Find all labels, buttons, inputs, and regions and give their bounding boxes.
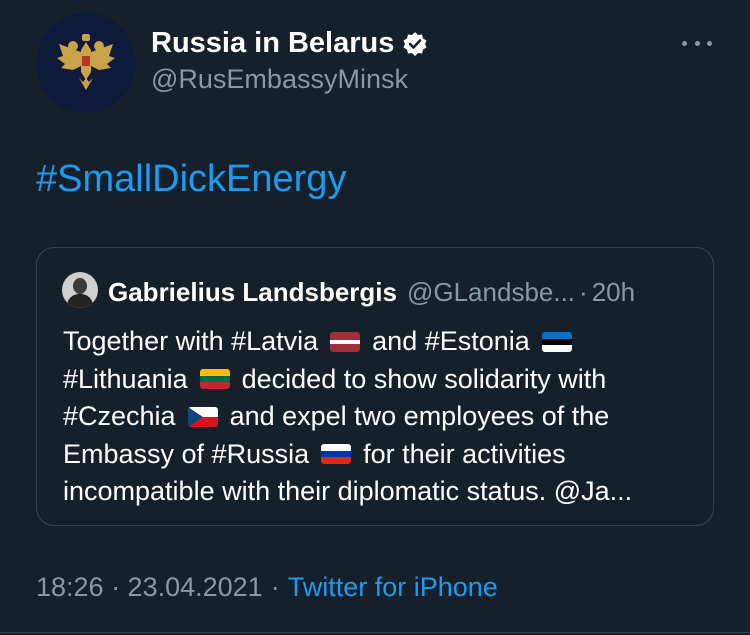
quoted-author-avatar [62, 272, 98, 308]
quoted-text-segment: and expel two employees of the [229, 401, 610, 431]
tweet-footer: 18:26 · 23.04.2021 · Twitter for iPhone [36, 572, 498, 603]
quoted-author-handle: @GLandsbe... [406, 277, 576, 307]
author-handle[interactable]: @RusEmbassyMinsk [151, 64, 408, 95]
quoted-text-segment: incompatible with their diplomatic statu… [63, 476, 633, 506]
quoted-text-line: Embassy of #Russia for their activities [63, 436, 632, 474]
tweet-text-hashtag[interactable]: #SmallDickEnergy [36, 158, 346, 201]
author-name-text[interactable]: Russia in Belarus [151, 27, 394, 60]
eagle-emblem-icon [57, 34, 115, 90]
czechia-flag-icon [187, 406, 218, 427]
lithuania-flag-icon [199, 369, 230, 390]
author-name[interactable]: Russia in Belarus [151, 27, 428, 60]
quoted-author-name: Gabrielius Landsbergis [108, 277, 397, 307]
latvia-flag-icon [330, 331, 361, 352]
quoted-text-line: Together with #Latvia and #Estonia [63, 323, 632, 361]
quoted-separator: · [579, 277, 588, 307]
tweet: Russia in Belarus @RusEmbassyMinsk #Smal… [0, 0, 750, 635]
quoted-text-segment: Together with #Latvia [63, 326, 319, 356]
quoted-tweet[interactable]: Gabrielius Landsbergis @GLandsbe... · 20… [36, 247, 714, 526]
author-avatar[interactable] [36, 13, 136, 113]
quoted-text-segment: Embassy of #Russia [63, 438, 310, 469]
more-options-icon[interactable] [682, 28, 712, 58]
tweet-source-link[interactable]: Twitter for iPhone [288, 572, 498, 603]
footer-separator: · [270, 572, 280, 602]
quoted-text-segment: #Lithuania [63, 363, 188, 394]
quoted-tweet-time: 20h [591, 277, 636, 307]
quoted-text-segment: #Czechia [63, 401, 176, 431]
quoted-text-line: #Lithuania decided to show solidarity wi… [63, 361, 632, 399]
verified-badge-icon [402, 31, 428, 57]
quoted-text-line: #Czechia and expel two employees of the [63, 398, 632, 436]
quoted-text-line: incompatible with their diplomatic statu… [63, 473, 632, 511]
quoted-text-segment: decided to show solidarity with [241, 363, 607, 394]
russia-flag-icon [321, 444, 352, 465]
estonia-flag-icon [541, 331, 572, 352]
tweet-timestamp[interactable]: 18:26 · 23.04.2021 [36, 572, 263, 603]
quoted-tweet-text: Together with #Latvia and #Estonia #Lith… [63, 323, 632, 511]
divider [0, 632, 750, 633]
quoted-text-segment: for their activities [363, 438, 566, 469]
quoted-tweet-header: Gabrielius Landsbergis @GLandsbe... · 20… [108, 277, 635, 308]
quoted-text-segment: and #Estonia [372, 326, 530, 356]
